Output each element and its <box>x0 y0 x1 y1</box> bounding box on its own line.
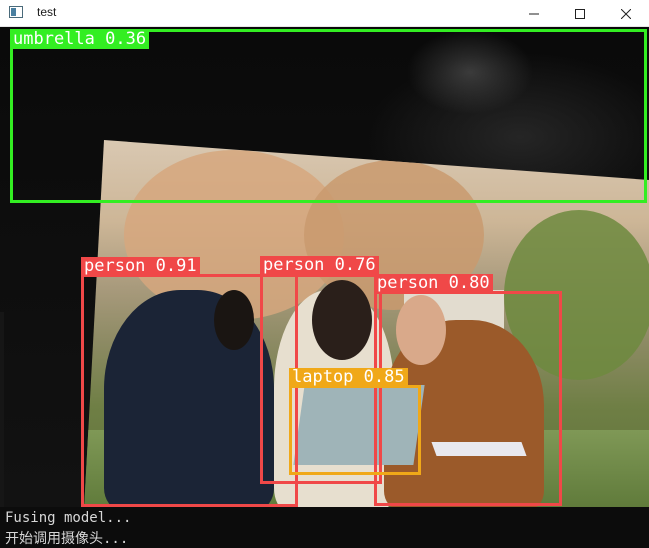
detection-label-person: person 0.80 <box>374 274 493 293</box>
console-output: Fusing model... 开始调用摄像头... <box>0 507 649 547</box>
maximize-button[interactable] <box>557 0 603 27</box>
minimize-button[interactable] <box>511 0 557 27</box>
window-title: test <box>37 5 57 19</box>
console-line: 开始调用摄像头... <box>5 531 129 547</box>
detection-box-laptop <box>289 385 421 475</box>
detection-label-laptop: laptop 0.85 <box>289 368 408 387</box>
window-app-icon <box>9 6 23 18</box>
detection-box-umbrella <box>10 29 647 203</box>
maximize-icon <box>575 8 585 19</box>
close-button[interactable] <box>603 0 649 27</box>
minimize-icon <box>529 13 539 14</box>
close-icon <box>621 8 631 19</box>
detection-label-person: person 0.76 <box>260 256 379 275</box>
detection-label-person: person 0.91 <box>81 257 200 276</box>
console-line: Fusing model... <box>5 510 132 526</box>
window-titlebar[interactable]: test <box>0 0 649 27</box>
frame-edge <box>0 312 4 507</box>
camera-frame: umbrella 0.36 person 0.91 person 0.76 pe… <box>0 27 649 507</box>
detection-label-umbrella: umbrella 0.36 <box>10 30 150 49</box>
